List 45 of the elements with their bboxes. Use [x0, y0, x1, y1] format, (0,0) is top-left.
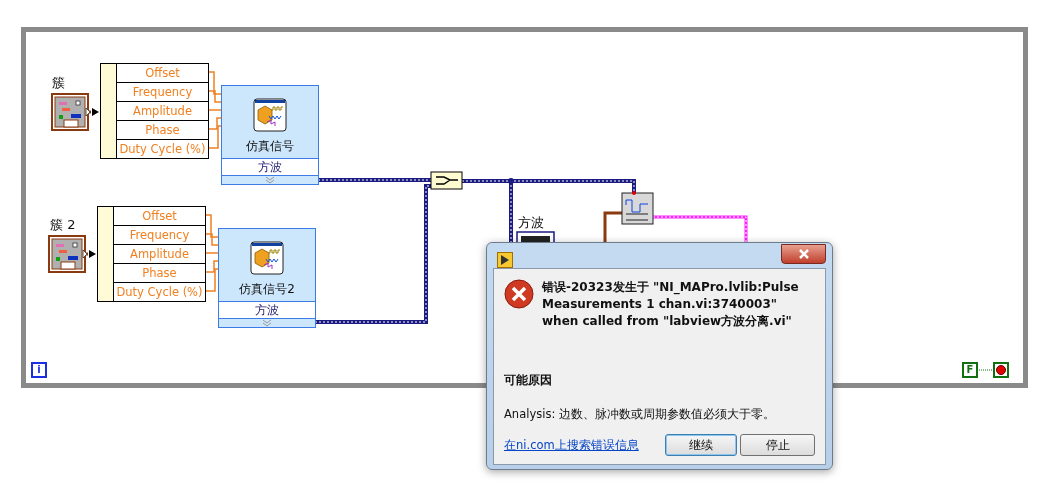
signal-generator-icon — [250, 241, 284, 275]
reason-text: Analysis: 边数、脉冲数或周期参数值必须大于零。 — [504, 407, 776, 422]
close-icon — [798, 249, 809, 259]
app-icon — [497, 252, 513, 268]
wire — [204, 252, 220, 254]
cluster-constant-icon — [51, 93, 91, 131]
wire — [89, 108, 99, 116]
wire — [979, 369, 993, 371]
pulse-measurements-icon — [621, 191, 654, 225]
cluster-constant-icon — [48, 235, 88, 273]
cluster-label: 簇 2 — [50, 216, 76, 234]
wire-junction-icon — [508, 178, 514, 184]
field-label: Offset — [114, 207, 205, 226]
error-message: 错误-20323发生于 "NI_MAPro.lvlib:Pulse Measurements 1 chan.vi:3740003" when called from "labview方波分离.vi" — [542, 279, 800, 330]
iteration-terminal: i — [31, 362, 47, 378]
output-label: 方波 — [222, 158, 318, 176]
field-label: Frequency — [117, 83, 208, 102]
field-label: Phase — [114, 264, 205, 283]
node-title: 仿真信号 — [246, 138, 294, 155]
stop-terminal-icon — [993, 362, 1009, 378]
expand-chevron-icon — [265, 176, 275, 184]
field-label: Duty Cycle (%) — [114, 283, 205, 301]
merge-signals-icon — [430, 171, 463, 190]
expand-chevron-icon — [262, 319, 272, 327]
section-heading: 可能原因 — [504, 372, 553, 389]
output-label: 方波 — [219, 301, 315, 319]
dialog-button[interactable]: 停止 — [740, 434, 815, 456]
field-label: Offset — [117, 64, 208, 83]
signal-generator-icon — [253, 98, 287, 132]
boolean-constant: F — [962, 362, 978, 378]
field-label: Duty Cycle (%) — [117, 140, 208, 158]
indicator-label: 方波 — [518, 214, 544, 232]
field-label: Frequency — [114, 226, 205, 245]
wire — [207, 109, 223, 111]
error-icon — [504, 279, 534, 309]
close-button[interactable] — [781, 244, 826, 264]
wire — [86, 250, 96, 258]
field-label: Amplitude — [117, 102, 208, 121]
dialog-button[interactable]: 继续 — [665, 434, 737, 456]
field-label: Amplitude — [114, 245, 205, 264]
wire — [603, 211, 622, 243]
cluster-label: 簇 — [52, 74, 65, 92]
search-link[interactable]: 在ni.com上搜索错误信息 — [504, 437, 662, 453]
field-label: Phase — [117, 121, 208, 140]
node-title: 仿真信号2 — [239, 281, 295, 298]
